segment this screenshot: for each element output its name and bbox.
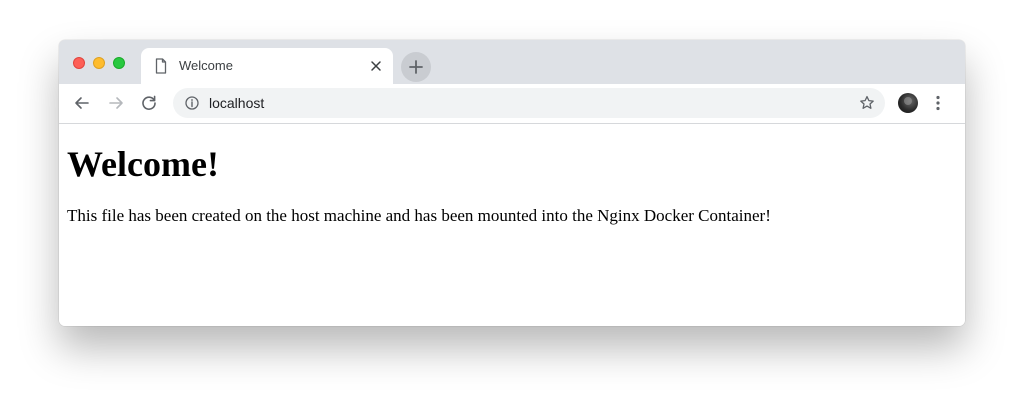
profile-avatar[interactable] [898,93,918,113]
info-icon[interactable] [185,96,199,110]
plus-icon [409,60,423,74]
browser-toolbar: localhost [59,84,965,124]
back-button[interactable] [73,94,91,112]
minimize-window-button[interactable] [93,57,105,69]
zoom-window-button[interactable] [113,57,125,69]
reload-icon [142,95,156,110]
page-body-text: This file has been created on the host m… [67,206,771,225]
url-text[interactable]: localhost [209,95,264,111]
tab-title: Welcome [179,58,233,73]
arrow-left-icon [75,97,89,109]
browser-window: Welcome localhost Welcome! This file has… [59,40,965,326]
address-bar[interactable]: localhost [173,88,885,118]
tab-strip: Welcome [59,40,965,84]
more-vertical-icon[interactable] [935,95,941,111]
screenshot-stage: Welcome localhost Welcome! This file has… [0,0,1024,404]
arrow-right-icon [109,97,123,109]
tab-welcome[interactable]: Welcome [141,48,393,84]
close-window-button[interactable] [73,57,85,69]
forward-button[interactable] [107,94,125,112]
new-tab-button[interactable] [401,52,431,82]
close-icon[interactable] [369,59,383,73]
page-heading: Welcome! [67,144,219,184]
reload-button[interactable] [140,94,158,112]
page-content: Welcome! This file has been created on t… [59,124,965,326]
star-icon[interactable] [859,95,875,111]
document-icon [155,58,167,74]
